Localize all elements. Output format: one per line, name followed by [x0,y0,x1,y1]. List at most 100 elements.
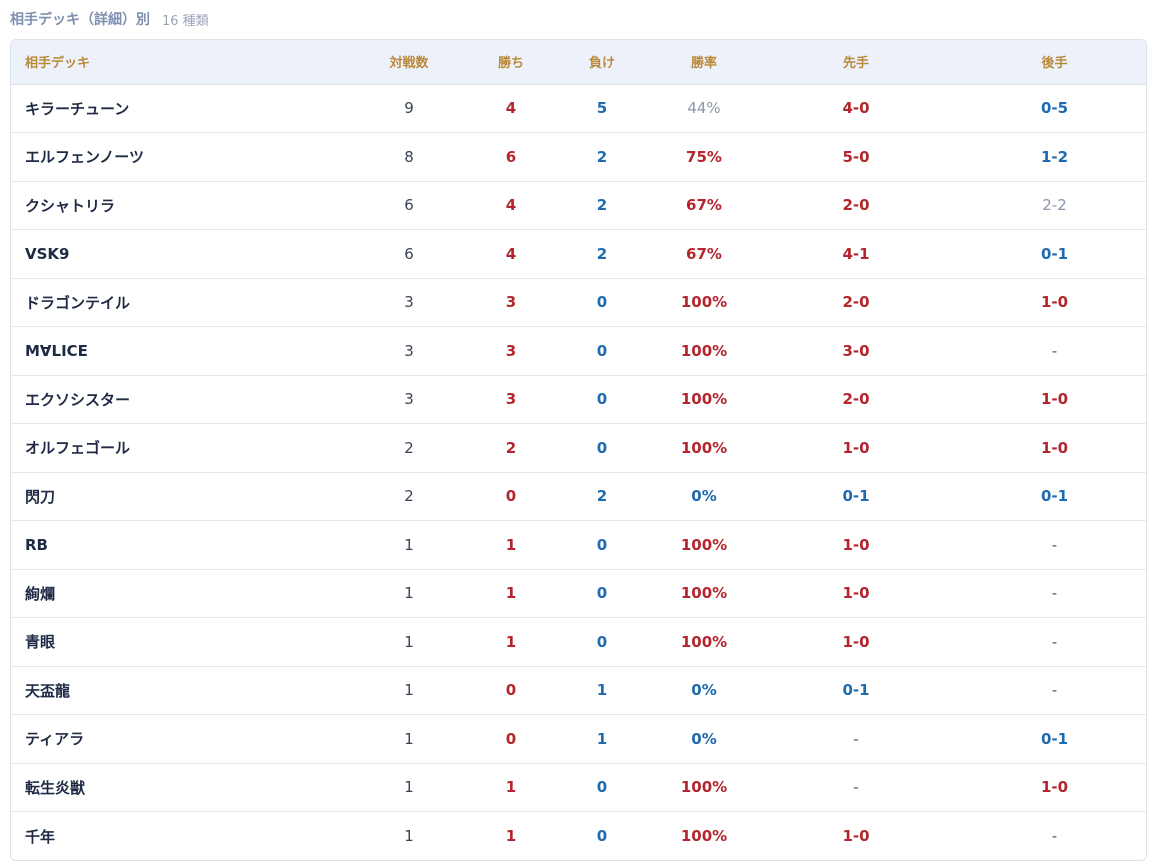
table-row[interactable]: クシャトリラ 6 4 2 67% 2-0 2-2 [11,180,1146,230]
win-rate: 0% [659,714,749,763]
table-row[interactable]: VSK9 6 4 2 67% 4-1 0-1 [11,229,1146,278]
second-record: 0-1 [963,229,1146,278]
table-row[interactable]: エルフェンノーツ 8 6 2 75% 5-0 1-2 [11,132,1146,181]
deck-name: ティアラ [11,714,341,763]
deck-name: M∀LICE [11,326,341,375]
opponent-deck-table-card: 相手デッキ 対戦数 勝ち 負け 勝率 先手 後手 キラーチューン 9 4 5 44% 4-… [10,39,1147,861]
match-count: 9 [404,99,414,118]
loss-count: 5 [596,99,608,118]
win-rate: 75% [659,132,749,181]
win-count: 1 [477,617,545,666]
win-rate: 44% [687,99,721,118]
table-row[interactable]: ドラゴンテイル 3 3 0 100% 2-0 1-0 [11,277,1146,327]
win-rate: 100% [659,811,749,860]
loss-count: 0 [545,423,659,472]
win-count: 4 [477,229,545,278]
loss-count: 0 [545,811,659,860]
match-count: 8 [341,132,477,181]
win-count: 1 [477,520,545,569]
table-row[interactable]: M∀LICE 3 3 0 100% 3-0- [11,326,1146,375]
table-row[interactable]: 閃刀 2 0 2 0% 0-1 0-1 [11,471,1146,521]
column-header-losses[interactable]: 負け [545,40,659,85]
column-header-deck[interactable]: 相手デッキ [11,40,341,85]
loss-count: 0 [545,326,659,375]
first-record: 4-1 [749,229,963,278]
deck-name: エクソシスター [11,374,341,424]
win-count: 3 [477,374,545,424]
match-count: 3 [341,374,477,424]
win-rate: 0% [659,665,749,715]
win-rate: 100% [659,374,749,424]
win-rate: 100% [659,277,749,327]
match-count: 1 [341,665,477,715]
second-record: - [963,665,1146,715]
deck-name: 天盃龍 [11,665,341,715]
deck-name: 転生炎獣 [11,762,341,812]
loss-count: 0 [545,568,659,618]
first-record: 0-1 [749,471,963,521]
win-rate: 0% [659,471,749,521]
loss-count: 2 [545,180,659,230]
second-record: - [963,617,1146,666]
match-count: 3 [341,326,477,375]
table-row[interactable]: 青眼 1 1 0 100% 1-0- [11,617,1146,666]
first-record: - [749,714,963,763]
column-header-second[interactable]: 後手 [963,40,1146,85]
table-row[interactable]: オルフェゴール 2 2 0 100% 1-0 1-0 [11,423,1146,472]
match-count: 2 [341,471,477,521]
second-record: 1-0 [963,277,1146,327]
second-record: - [963,520,1146,569]
first-record: 4-0 [842,99,870,118]
win-rate: 67% [659,180,749,230]
loss-count: 0 [545,617,659,666]
win-count: 1 [477,811,545,860]
first-record: 1-0 [749,568,963,618]
first-record: 3-0 [749,326,963,375]
second-record: 1-0 [963,374,1146,424]
loss-count: 0 [545,520,659,569]
deck-name: 千年 [11,811,341,860]
table-row[interactable]: キラーチューン 9 4 5 44% 4-0 0-5 [11,84,1146,133]
match-count: 1 [341,520,477,569]
table-row[interactable]: 絢爛 1 1 0 100% 1-0- [11,568,1146,618]
first-record: 1-0 [749,617,963,666]
second-record: - [963,811,1146,860]
win-count: 0 [477,665,545,715]
win-count: 0 [477,714,545,763]
first-record: 2-0 [749,374,963,424]
column-header-matches[interactable]: 対戦数 [341,40,477,85]
column-header-first[interactable]: 先手 [749,40,963,85]
table-body: キラーチューン 9 4 5 44% 4-0 0-5 エルフェンノーツ 8 6 2 75% 5-0 1-2 ク… [11,84,1146,860]
first-record: 2-0 [749,277,963,327]
loss-count: 1 [545,714,659,763]
match-count: 1 [341,568,477,618]
win-rate: 100% [659,326,749,375]
match-count: 1 [341,762,477,812]
column-header-win-rate[interactable]: 勝率 [659,40,749,85]
first-record: 1-0 [749,520,963,569]
loss-count: 2 [545,229,659,278]
table-row[interactable]: ティアラ 1 0 1 0% -0-1 [11,714,1146,763]
opponent-deck-table: 相手デッキ 対戦数 勝ち 負け 勝率 先手 後手 キラーチューン 9 4 5 44% 4-… [11,40,1146,860]
deck-name: オルフェゴール [11,423,341,472]
table-row[interactable]: 千年 1 1 0 100% 1-0- [11,811,1146,860]
loss-count: 0 [545,374,659,424]
second-record: - [963,568,1146,618]
match-count: 1 [341,617,477,666]
table-row[interactable]: 天盃龍 1 0 1 0% 0-1- [11,665,1146,715]
column-header-wins[interactable]: 勝ち [477,40,545,85]
match-count: 6 [341,180,477,230]
table-row[interactable]: エクソシスター 3 3 0 100% 2-0 1-0 [11,374,1146,424]
section-header: 相手デッキ（詳細）別 16 種類 [0,0,1153,38]
deck-name: VSK9 [11,229,341,278]
match-count: 2 [341,423,477,472]
win-count: 3 [477,326,545,375]
deck-name: RB [11,520,341,569]
match-count: 1 [341,811,477,860]
table-row[interactable]: 転生炎獣 1 1 0 100% -1-0 [11,762,1146,812]
first-record: 1-0 [749,811,963,860]
table-row[interactable]: RB 1 1 0 100% 1-0- [11,520,1146,569]
win-count: 1 [477,762,545,812]
loss-count: 0 [545,762,659,812]
deck-name: 絢爛 [11,568,341,618]
